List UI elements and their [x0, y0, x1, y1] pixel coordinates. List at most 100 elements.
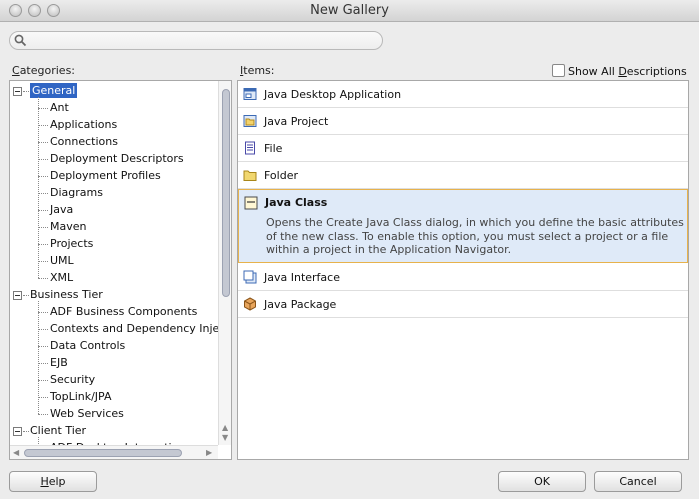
tree-node-label: Ant: [50, 101, 69, 114]
search-input[interactable]: [9, 31, 383, 50]
tree-connector: [38, 193, 48, 194]
scroll-right-arrow-icon[interactable]: ▶: [206, 449, 212, 457]
scroll-up-arrow-icon[interactable]: ▲: [222, 424, 228, 432]
tree-leaf-node[interactable]: Data Controls: [50, 338, 125, 354]
desktop-app-icon: [243, 87, 257, 101]
tree-connector: [23, 431, 29, 432]
tree-node-label: XML: [50, 271, 74, 284]
gallery-item[interactable]: Java Package: [238, 291, 688, 318]
tree-connector: [38, 414, 48, 415]
tree-connector: [38, 312, 48, 313]
java-interface-icon: [243, 270, 257, 284]
tree-leaf-node[interactable]: Contexts and Dependency Injec: [50, 321, 225, 337]
tree-connector: [38, 380, 48, 381]
gallery-item[interactable]: Java Project: [238, 108, 688, 135]
tree-connector: [38, 346, 48, 347]
search-icon: [14, 34, 27, 47]
project-icon: [243, 114, 257, 128]
tree-leaf-node[interactable]: Maven: [50, 219, 86, 235]
tree-leaf-node[interactable]: Web Services: [50, 406, 124, 422]
tree-connector: [38, 301, 39, 414]
tree-connector: [38, 244, 48, 245]
show-all-descriptions-checkbox[interactable]: Show All Descriptions: [552, 64, 687, 78]
tree-node-label: Deployment Profiles: [50, 169, 161, 182]
tree-connector: [38, 210, 48, 211]
tree-leaf-node[interactable]: Deployment Descriptors: [50, 151, 184, 167]
tree-node-label: Business Tier: [30, 288, 103, 301]
tree-connector: [38, 397, 48, 398]
window-title: New Gallery: [310, 3, 389, 18]
gallery-item-label: Folder: [264, 169, 298, 182]
tree-node-label: UML: [50, 254, 74, 267]
scroll-left-arrow-icon[interactable]: ◀: [13, 449, 19, 457]
vertical-scroll-thumb[interactable]: [222, 89, 230, 297]
tree-leaf-node[interactable]: Deployment Profiles: [50, 168, 161, 184]
tree-connector: [38, 227, 48, 228]
tree-node-label: Data Controls: [50, 339, 126, 352]
collapse-toggle-icon[interactable]: [13, 427, 22, 436]
tree-node-label: Projects: [50, 237, 94, 250]
folder-icon: [243, 168, 257, 182]
tree-node-label: Deployment Descriptors: [50, 152, 184, 165]
tree-node-label: Java: [50, 203, 74, 216]
gallery-item-label: File: [264, 142, 283, 155]
tree-leaf-node[interactable]: Applications: [50, 117, 117, 133]
tree-node-label: ADF Business Components: [50, 305, 198, 318]
checkbox-box[interactable]: [552, 64, 565, 77]
gallery-item[interactable]: Java Desktop Application: [238, 81, 688, 108]
tree-connector: [38, 278, 48, 279]
help-button[interactable]: Help: [9, 471, 97, 492]
title-bar: New Gallery: [0, 0, 699, 22]
tree-connector: [23, 295, 29, 296]
categories-tree[interactable]: General Ant Applications Connections Deploym…: [9, 80, 232, 460]
gallery-item-label: Java Project: [264, 115, 329, 128]
gallery-item[interactable]: File: [238, 135, 688, 162]
tree-connector: [38, 363, 48, 364]
tree-leaf-node[interactable]: Connections: [50, 134, 118, 150]
tree-node-label: Diagrams: [50, 186, 103, 199]
tree-leaf-node[interactable]: UML: [50, 253, 74, 269]
tree-leaf-node[interactable]: EJB: [50, 355, 68, 371]
tree-leaf-node[interactable]: TopLink/JPA: [50, 389, 112, 405]
tree-connector: [38, 261, 48, 262]
tree-connector: [38, 108, 48, 109]
gallery-item[interactable]: Java Class Opens the Create Java Class di…: [238, 189, 688, 263]
tree-node-label: Connections: [50, 135, 118, 148]
collapse-toggle-icon[interactable]: [13, 291, 22, 300]
tree-connector: [38, 97, 39, 278]
cancel-button[interactable]: Cancel: [594, 471, 682, 492]
tree-leaf-node[interactable]: Diagrams: [50, 185, 103, 201]
horizontal-scrollbar[interactable]: ◀ ▶: [10, 445, 218, 459]
ok-button[interactable]: OK: [498, 471, 586, 492]
tree-leaf-node[interactable]: Projects: [50, 236, 93, 252]
items-label: Items:: [240, 64, 275, 77]
file-icon: [243, 141, 257, 155]
tree-leaf-node[interactable]: XML: [50, 270, 73, 286]
tree-leaf-node[interactable]: ADF Business Components: [50, 304, 197, 320]
tree-node-label: Client Tier: [30, 424, 87, 437]
gallery-item[interactable]: Folder: [238, 162, 688, 189]
tree-leaf-node[interactable]: Ant: [50, 100, 69, 116]
tree-connector: [38, 176, 48, 177]
tree-node-label: General: [30, 83, 78, 98]
tree-connector: [38, 159, 48, 160]
tree-connector: [23, 91, 29, 92]
vertical-scrollbar[interactable]: ▲ ▼: [218, 81, 231, 445]
java-package-icon: [243, 297, 257, 311]
tree-leaf-node[interactable]: Java: [50, 202, 73, 218]
gallery-item[interactable]: Java Interface: [238, 264, 688, 291]
collapse-toggle-icon[interactable]: [13, 87, 22, 96]
tree-node-label: Applications: [50, 118, 118, 131]
tree-leaf-node[interactable]: Security: [50, 372, 95, 388]
tree-node-label: Web Services: [50, 407, 124, 420]
tree-node-label: EJB: [50, 356, 68, 369]
gallery-item-description: Opens the Create Java Class dialog, in w…: [266, 216, 684, 256]
java-class-icon: [244, 196, 258, 210]
gallery-item-label: Java Package: [264, 298, 337, 311]
horizontal-scroll-thumb[interactable]: [24, 449, 182, 457]
tree-group-node[interactable]: Business Tier: [30, 287, 103, 303]
scroll-down-arrow-icon[interactable]: ▼: [222, 434, 228, 442]
tree-connector: [38, 125, 48, 126]
items-list[interactable]: Java Desktop Application Java Project File…: [237, 80, 689, 460]
gallery-item-label: Java Class: [265, 196, 328, 209]
